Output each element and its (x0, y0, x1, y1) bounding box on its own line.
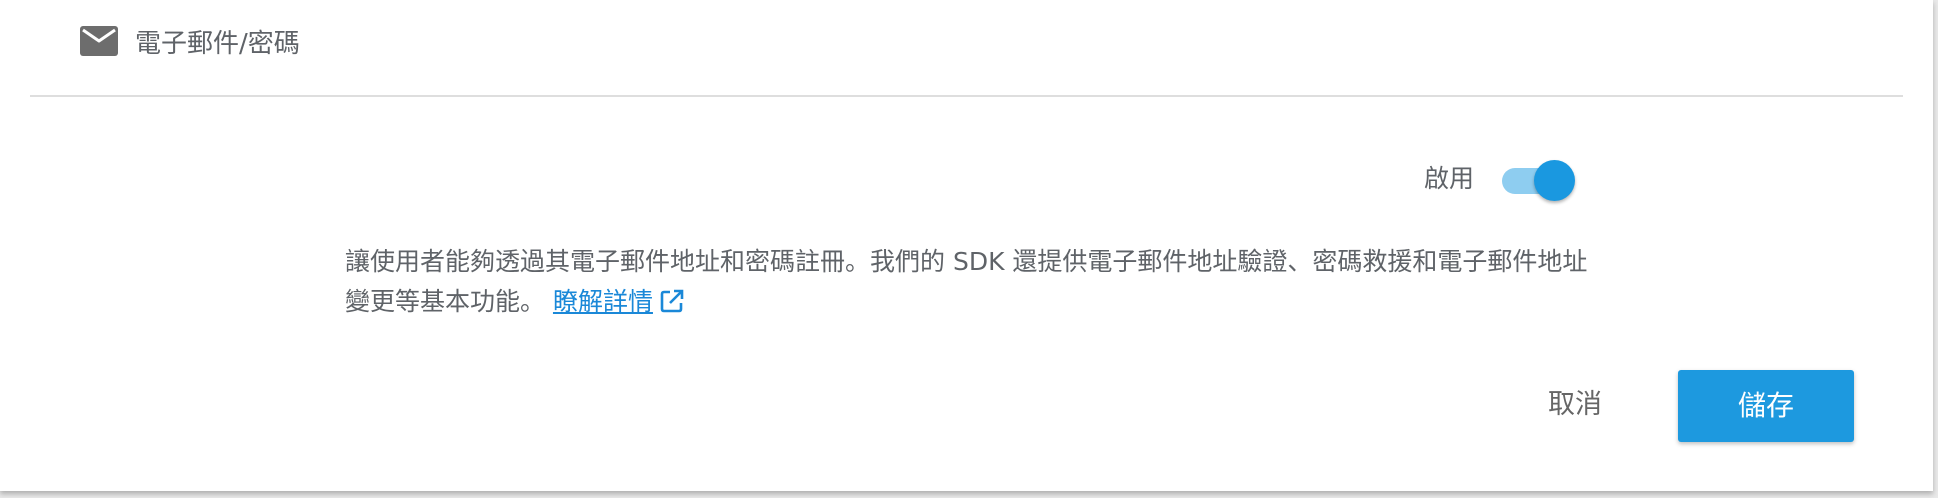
provider-header[interactable]: 電子郵件/密碼 (0, 0, 1933, 96)
cancel-button[interactable]: 取消 (1524, 368, 1626, 442)
divider (30, 95, 1903, 97)
mail-icon (80, 26, 118, 56)
enable-label: 啟用 (1424, 164, 1475, 193)
open-in-new-icon[interactable] (659, 288, 685, 314)
provider-description: 讓使用者能夠透過其電子郵件地址和密碼註冊。我們的 SDK 還提供電子郵件地址驗證… (345, 242, 1590, 322)
enable-toggle[interactable] (1502, 160, 1575, 201)
learn-more-link[interactable]: 瞭解詳情 (553, 287, 653, 316)
description-text: 讓使用者能夠透過其電子郵件地址和密碼註冊。我們的 SDK 還提供電子郵件地址驗證… (345, 247, 1588, 316)
toggle-thumb (1534, 160, 1575, 201)
email-password-provider-panel: 電子郵件/密碼 啟用 讓使用者能夠透過其電子郵件地址和密碼註冊。我們的 SDK … (0, 0, 1933, 491)
provider-title: 電子郵件/密碼 (135, 29, 300, 59)
save-button[interactable]: 儲存 (1678, 370, 1854, 442)
